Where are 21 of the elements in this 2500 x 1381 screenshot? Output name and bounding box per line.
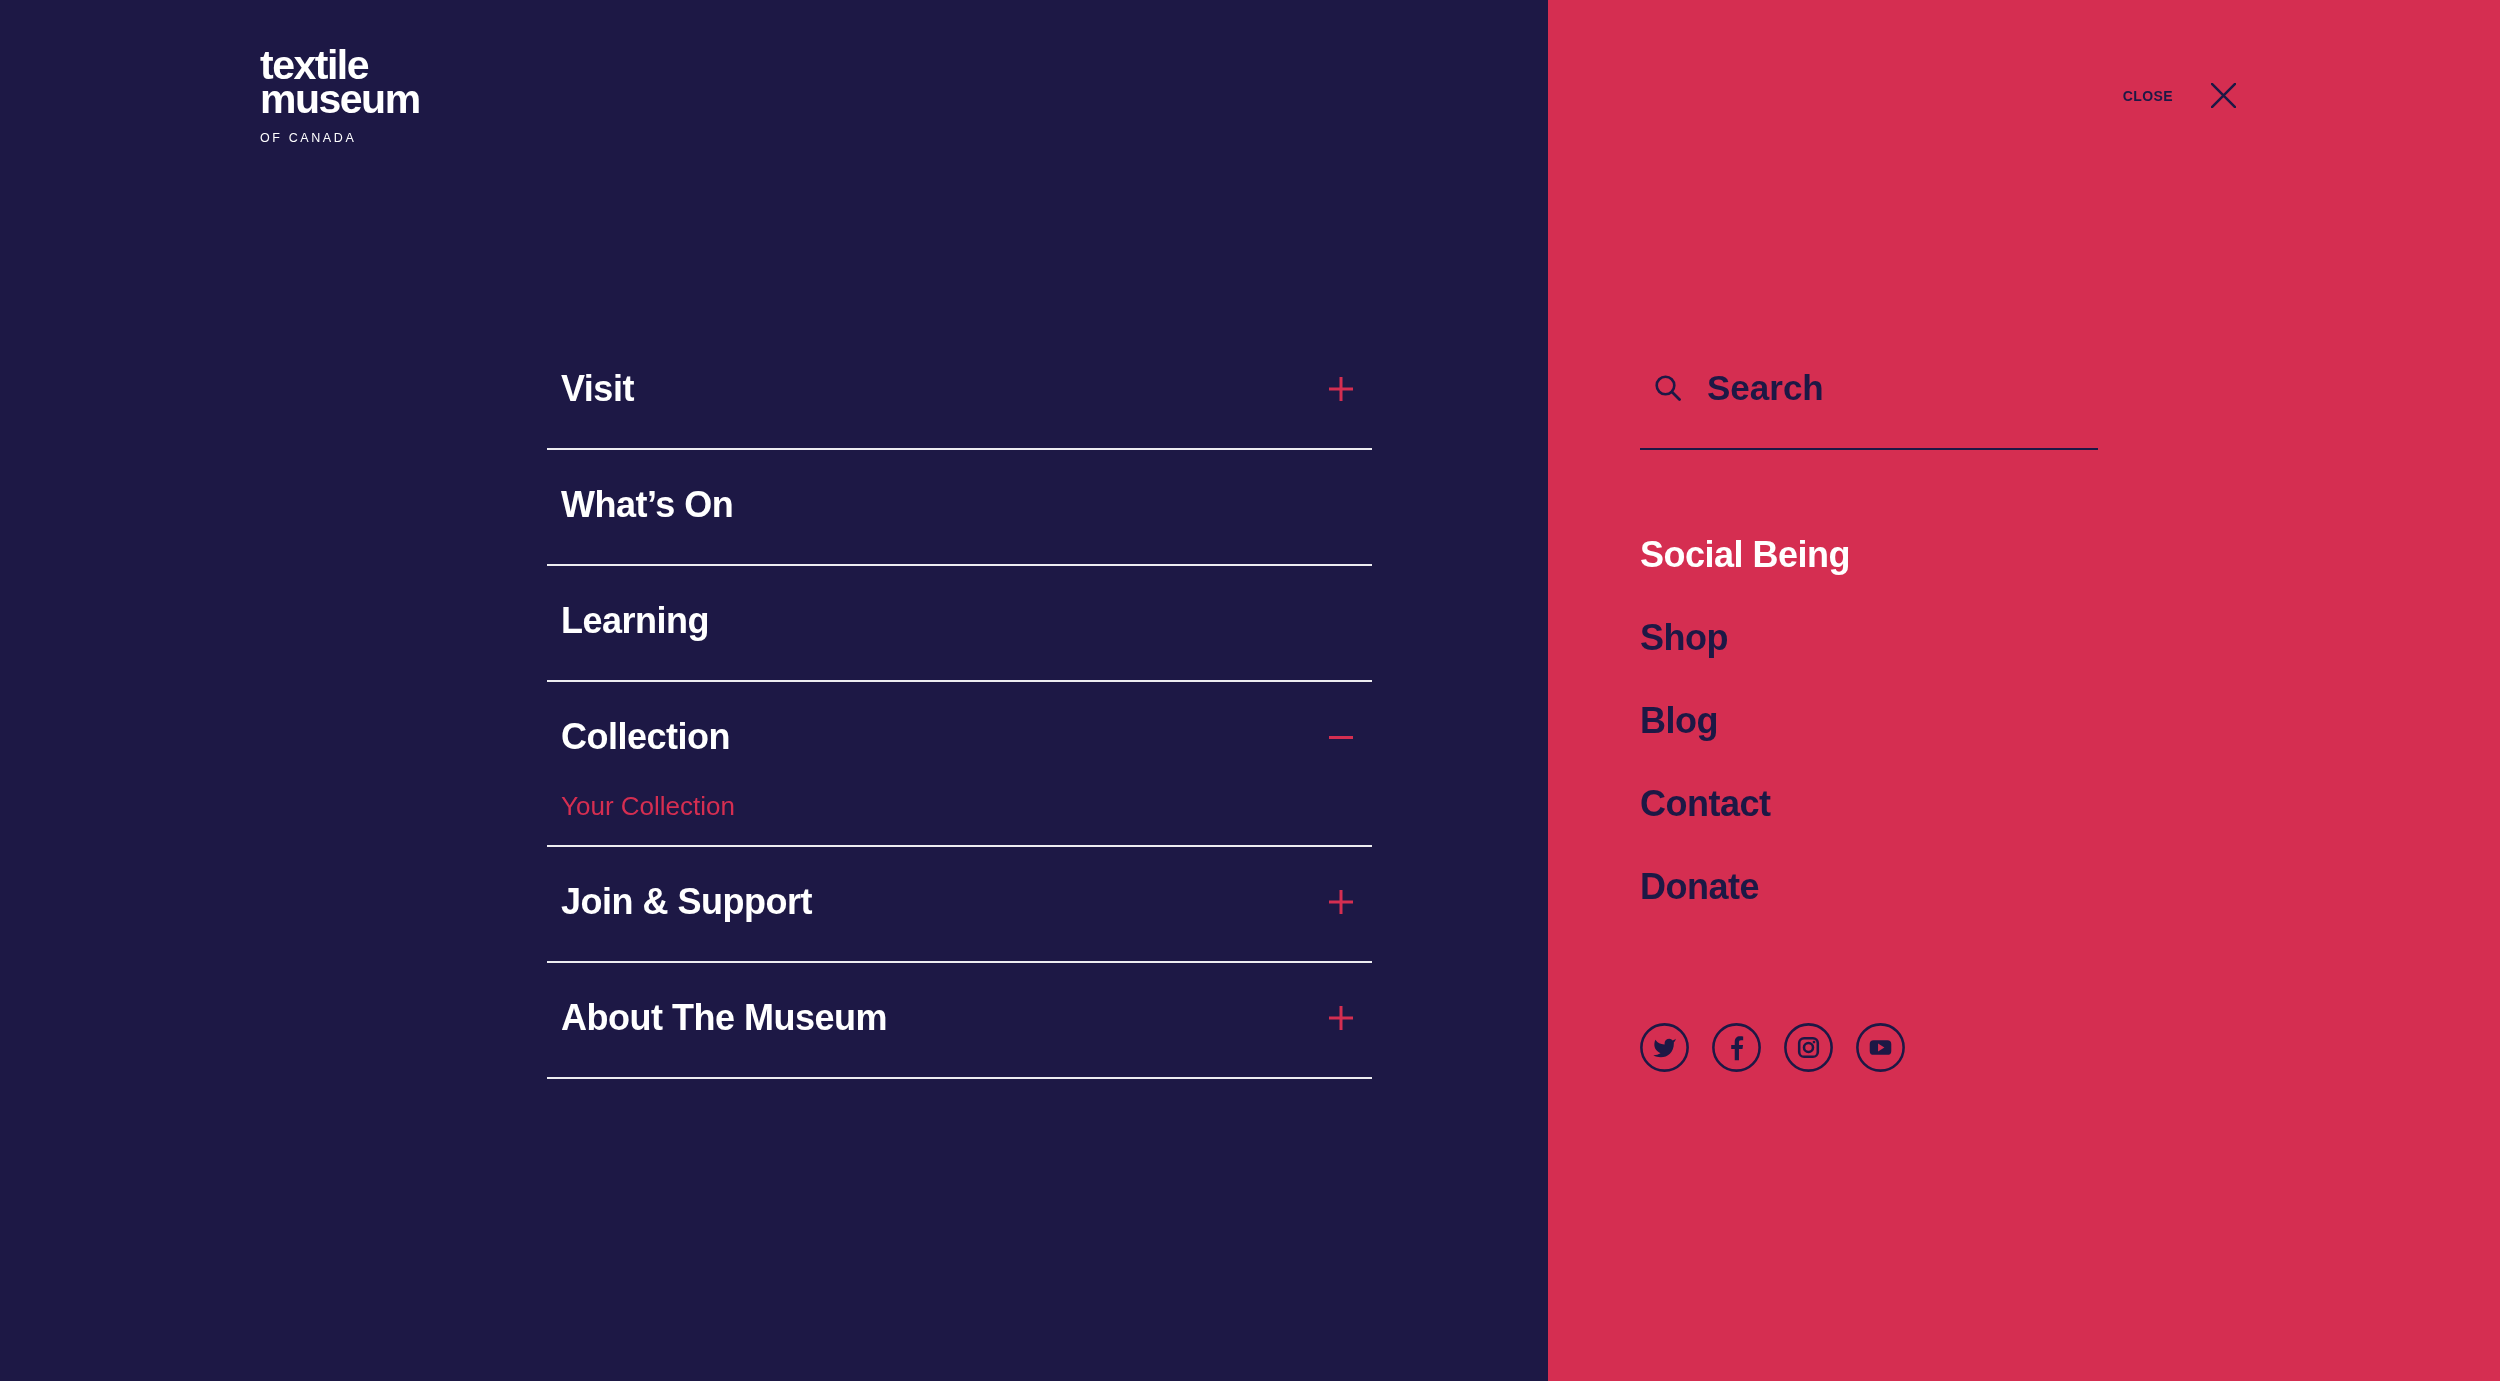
menu-link[interactable]: Visit: [561, 367, 634, 411]
logo-tagline: OF CANADA: [260, 130, 357, 146]
plus-icon[interactable]: [1329, 1006, 1353, 1030]
camera-icon[interactable]: [1784, 1023, 1833, 1072]
menu-link[interactable]: Social Being: [1640, 533, 1851, 577]
plus-icon[interactable]: [1329, 377, 1353, 401]
letter-f-icon[interactable]: [1712, 1023, 1761, 1072]
menu-link[interactable]: Join & Support: [561, 880, 812, 924]
menu-link[interactable]: Collection: [561, 715, 730, 759]
minus-icon[interactable]: [1329, 735, 1353, 739]
search-icon: [1655, 375, 1681, 401]
search-field[interactable]: Search: [1707, 364, 2098, 412]
bird-icon[interactable]: [1640, 1023, 1689, 1072]
logo-wordmark[interactable]: textile: [260, 48, 368, 82]
play-icon[interactable]: [1856, 1023, 1905, 1072]
logo-wordmark[interactable]: museum: [260, 82, 420, 116]
menu-link[interactable]: Learning: [561, 599, 709, 643]
close-icon[interactable]: [2211, 83, 2236, 108]
menu-link[interactable]: About The Museum: [561, 996, 887, 1040]
menu-link[interactable]: What’s On: [561, 483, 734, 527]
plus-icon[interactable]: [1329, 890, 1353, 914]
